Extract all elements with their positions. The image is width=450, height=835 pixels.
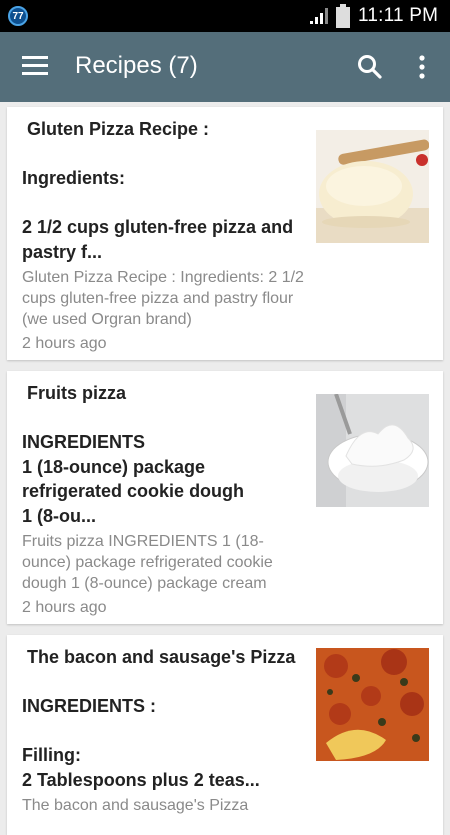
- recipe-title: Gluten Pizza Recipe : Ingredients: 2 1/2…: [22, 119, 294, 262]
- notification-app-icon: 77: [8, 6, 28, 26]
- recipe-text: Fruits pizza INGREDIENTS 1 (18-ounce) pa…: [22, 381, 307, 617]
- battery-icon: [336, 4, 350, 28]
- page-title: Recipes (7): [75, 52, 198, 79]
- recipe-card[interactable]: Gluten Pizza Recipe : Ingredients: 2 1/2…: [7, 107, 443, 360]
- recipe-snippet: Gluten Pizza Recipe : Ingredients: 2 1/2…: [22, 269, 304, 328]
- recipe-title: Fruits pizza INGREDIENTS 1 (18-ounce) pa…: [22, 383, 245, 526]
- recipe-timestamp: 2 hours ago: [22, 335, 107, 352]
- recipe-text: The bacon and sausage's Pizza INGREDIENT…: [22, 645, 307, 816]
- app-bar: Recipes (7): [0, 32, 450, 102]
- status-bar: 77 11:11 PM: [0, 0, 450, 32]
- recipe-snippet: Fruits pizza INGREDIENTS 1 (18-ounce) pa…: [22, 533, 273, 592]
- more-vert-icon[interactable]: [416, 54, 428, 80]
- pizza-dough-image: [316, 130, 429, 243]
- recipe-card[interactable]: Fruits pizza INGREDIENTS 1 (18-ounce) pa…: [7, 371, 443, 624]
- recipe-card[interactable]: The bacon and sausage's Pizza INGREDIENT…: [7, 635, 443, 835]
- status-time: 11:11 PM: [358, 5, 439, 26]
- signal-strength-icon: [310, 8, 328, 24]
- hamburger-menu-icon[interactable]: [22, 56, 48, 76]
- recipe-text: Gluten Pizza Recipe : Ingredients: 2 1/2…: [22, 117, 307, 353]
- search-icon[interactable]: [356, 53, 384, 81]
- recipe-timestamp: 2 hours ago: [22, 599, 107, 616]
- recipe-title: The bacon and sausage's Pizza INGREDIENT…: [22, 647, 296, 790]
- cream-cheese-bowl-image: [316, 394, 429, 507]
- recipe-snippet: The bacon and sausage's Pizza: [22, 797, 249, 814]
- pizza-slice-image: [316, 648, 429, 761]
